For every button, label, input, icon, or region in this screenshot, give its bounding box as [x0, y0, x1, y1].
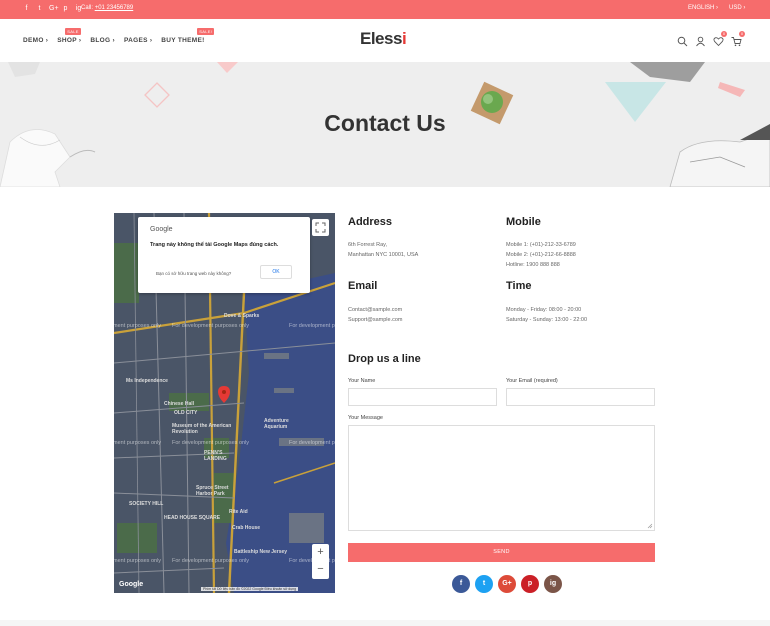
nav-buy-theme[interactable]: BUY THEME! SALE!	[161, 28, 215, 44]
name-label: Your Name	[348, 378, 376, 384]
sale-badge: SALE	[65, 28, 81, 35]
map-watermark: For development purposes only	[289, 323, 335, 329]
map-watermark: For development purposes only	[172, 323, 250, 329]
instagram-icon[interactable]: ig	[544, 575, 562, 593]
main-nav: DEMO › SHOP › SALE BLOG › PAGES › BUY THE…	[23, 28, 215, 44]
map-watermark: For development purposes only	[289, 440, 335, 446]
map-watermark: For development purposes only	[114, 323, 162, 329]
header-tools: 0 0	[677, 31, 745, 47]
footer-divider	[0, 620, 770, 626]
call-label: Call:	[81, 5, 94, 11]
email-label: Your Email (required)	[506, 378, 558, 384]
facebook-icon[interactable]: f	[452, 575, 470, 593]
address-line-1: 6th Forrest Ray,	[348, 242, 388, 248]
currency-select[interactable]: USD ›	[729, 5, 745, 11]
social-buttons: f t G+ p ig	[452, 575, 562, 593]
search-icon[interactable]	[677, 34, 688, 47]
wishlist-count-badge: 0	[721, 31, 727, 37]
map-label: Dove & Sparks	[224, 313, 260, 319]
topbar-social: f t G+ p ig	[23, 5, 82, 12]
map-ok-button[interactable]: OK	[260, 265, 292, 279]
map-label: Spruce Street Harbor Park	[196, 485, 229, 497]
mobile-line-1: Mobile 1: (+01)-212-33-6789	[506, 242, 576, 248]
map-terms[interactable]: Phím tắt Dữ liệu bản đồ ©2022 Google Điề…	[201, 587, 299, 591]
call-info: Call: +01 23456789	[81, 5, 133, 11]
google-brand: Google	[119, 581, 144, 588]
email-line-2: Support@sample.com	[348, 317, 403, 323]
resize-handle-icon[interactable]	[647, 523, 653, 529]
google-plus-icon[interactable]: G+	[498, 575, 516, 593]
map-error-title: Trang này không thể tải Google Maps đúng…	[150, 242, 279, 248]
nav-pages[interactable]: PAGES ›	[124, 37, 152, 44]
mobile-heading: Mobile	[506, 216, 541, 228]
hotline-line: Hotline: 1900 888 888	[506, 262, 560, 268]
map-label: Battleship New Jersey	[234, 549, 288, 555]
address-line-2: Manhattan NYC 10001, USA	[348, 252, 419, 258]
map-label: PENN'S LANDING	[204, 450, 227, 462]
time-heading: Time	[506, 280, 532, 292]
user-icon[interactable]	[695, 34, 706, 47]
map-watermark: For development purposes only	[114, 558, 162, 564]
cart-icon[interactable]: 0	[731, 31, 745, 47]
map-label: Ms Independence	[126, 378, 168, 384]
map-label: Museum of the American Revolution	[172, 423, 232, 435]
send-button[interactable]: SEND	[348, 543, 655, 562]
pinterest-icon[interactable]: p	[521, 575, 539, 593]
page-title: Contact Us	[324, 110, 446, 136]
map-label: Adventure Aquarium	[264, 418, 289, 430]
map-label: SOCIETY HILL	[129, 501, 164, 507]
map-watermark: For development purposes only	[172, 440, 250, 446]
facebook-icon[interactable]: f	[23, 5, 30, 12]
map-zoom-control: + −	[312, 544, 329, 579]
wishlist-icon[interactable]: 0	[713, 31, 727, 47]
site-logo[interactable]: Elessi	[360, 29, 407, 49]
map-label: Chinese Hall	[164, 401, 195, 407]
time-line-1: Monday - Friday: 08:00 - 20:00	[506, 307, 582, 313]
nav-shop[interactable]: SHOP › SALE	[57, 28, 81, 44]
call-number-link[interactable]: +01 23456789	[95, 5, 134, 11]
message-field[interactable]	[348, 425, 655, 531]
cart-count-badge: 0	[739, 31, 745, 37]
pinterest-icon[interactable]: p	[62, 5, 69, 12]
map-label: Rite Aid	[229, 509, 248, 515]
nav-blog[interactable]: BLOG ›	[90, 37, 115, 44]
sale-badge: SALE!	[197, 28, 215, 35]
header: DEMO › SHOP › SALE BLOG › PAGES › BUY THE…	[0, 19, 770, 62]
form-heading: Drop us a line	[348, 353, 421, 365]
email-line-1: Contact@sample.com	[348, 307, 403, 313]
message-label: Your Message	[348, 415, 383, 421]
map-watermark: For development purposes only	[172, 558, 250, 564]
time-line-2: Saturday - Sunday: 13:00 - 22:00	[506, 317, 588, 323]
language-select[interactable]: ENGLISH ›	[688, 5, 718, 11]
page-banner: Contact Us	[0, 62, 770, 187]
map-error-dialog: Google Trang này không thể tải Google Ma…	[138, 217, 310, 293]
email-field[interactable]	[506, 388, 655, 406]
mobile-line-2: Mobile 2: (+01)-212-66-8888	[506, 252, 576, 258]
google-plus-icon[interactable]: G+	[49, 5, 59, 12]
google-map[interactable]: Dove & Sparks Ms Independence Chinese Ha…	[114, 213, 335, 593]
map-error-question: Bạn có sở hữu trang web này không?	[156, 271, 232, 276]
email-heading: Email	[348, 280, 378, 292]
map-watermark: For development purposes only	[114, 440, 162, 446]
twitter-icon[interactable]: t	[36, 5, 43, 12]
map-label: OLD CITY	[174, 410, 198, 416]
name-field[interactable]	[348, 388, 497, 406]
top-bar: f t G+ p ig Call: +01 23456789 ENGLISH ›…	[0, 0, 770, 19]
fullscreen-icon[interactable]	[312, 219, 329, 236]
map-label: HEAD HOUSE SQUARE	[164, 515, 221, 521]
address-heading: Address	[348, 216, 393, 228]
zoom-in-button[interactable]: +	[312, 544, 329, 561]
google-logo: Google	[150, 226, 173, 233]
map-label: Crab House	[232, 525, 261, 531]
nav-demo[interactable]: DEMO ›	[23, 37, 48, 44]
zoom-out-button[interactable]: −	[312, 561, 329, 578]
twitter-icon[interactable]: t	[475, 575, 493, 593]
